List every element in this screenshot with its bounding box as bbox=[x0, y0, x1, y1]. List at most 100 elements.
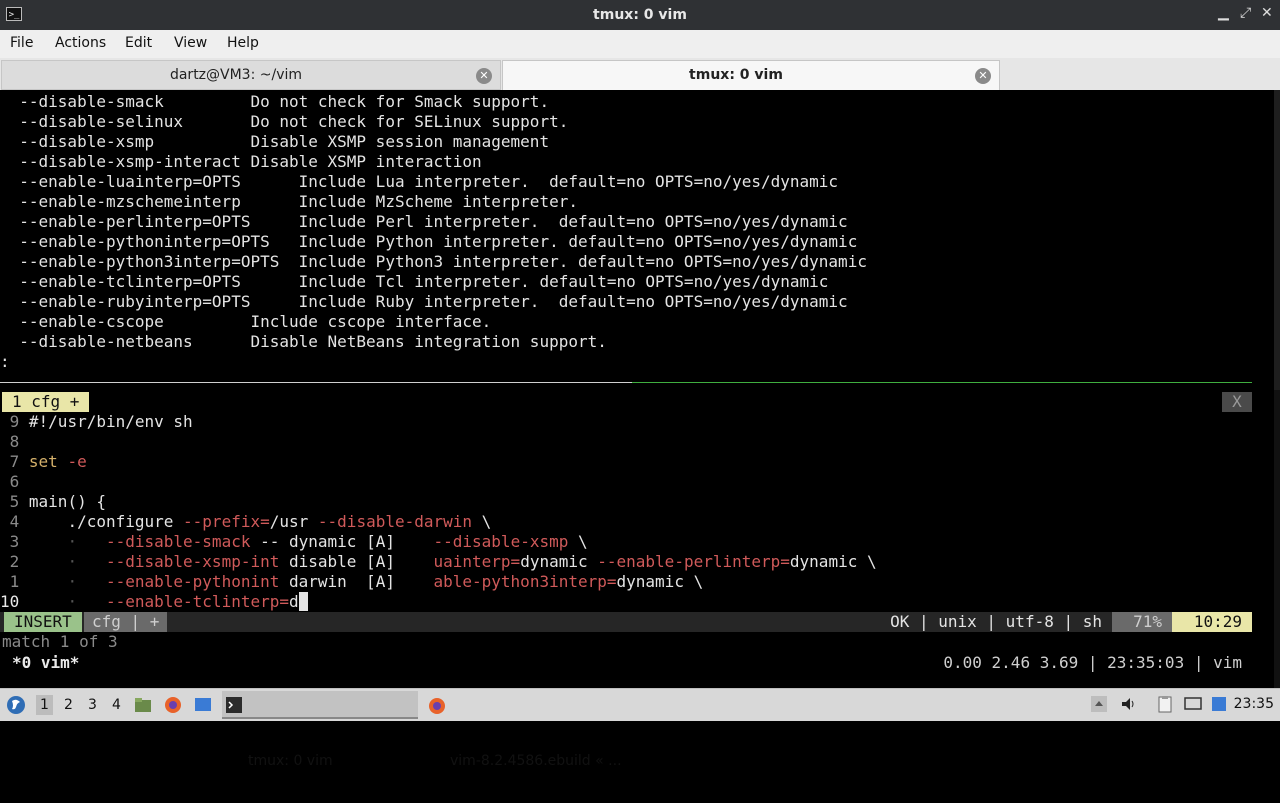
taskbar: 1 2 3 4 tmux: 0 vim vim-8.2.4586.ebuild … bbox=[0, 688, 1280, 769]
line-number: 8 bbox=[0, 432, 20, 451]
output-line: --enable-python3interp=OPTS Include Pyth… bbox=[0, 252, 867, 271]
workspace-3[interactable]: 3 bbox=[88, 697, 97, 713]
shebang: #!/usr/bin/env sh bbox=[28, 412, 193, 431]
code-text: dynamic bbox=[520, 552, 598, 571]
terminal-scrollbar[interactable] bbox=[1274, 90, 1280, 688]
option-flag: able-python3interp= bbox=[433, 572, 617, 591]
scroll-percent: 71% bbox=[1112, 612, 1172, 632]
tab-dartz-vim[interactable]: dartz@VM3: ~/vim ✕ bbox=[1, 60, 501, 90]
output-line: --enable-rubyinterp=OPTS Include Ruby in… bbox=[0, 292, 848, 311]
minimize-button[interactable]: ▁ bbox=[1218, 5, 1229, 21]
window-title: tmux: 0 vim bbox=[593, 7, 687, 23]
firefox-icon bbox=[429, 698, 445, 714]
window-titlebar: >_ tmux: 0 vim ▁ ⤢ ✕ bbox=[0, 0, 1280, 30]
completion-text: -- dynamic [A] bbox=[250, 532, 434, 551]
scrollbar-thumb[interactable] bbox=[1274, 90, 1280, 390]
output-line: --enable-cscope Include cscope interface… bbox=[0, 312, 492, 331]
editor-line-current[interactable]: 10 · --enable-tclinterp=d bbox=[0, 592, 309, 612]
editor-line: 8 bbox=[0, 432, 20, 452]
editor-line: 6 bbox=[0, 472, 20, 492]
taskbar-task-firefox[interactable]: vim-8.2.4586.ebuild « ... bbox=[426, 691, 686, 769]
editor-line: 1 · --enable-pythonint darwin [A] able-p… bbox=[0, 572, 704, 592]
line-number: 7 bbox=[0, 452, 20, 471]
tray-up-arrow-icon[interactable] bbox=[1090, 695, 1108, 713]
file-manager-icon[interactable] bbox=[134, 696, 152, 714]
menu-actions[interactable]: Actions bbox=[55, 35, 106, 51]
terminal-tab-bar: dartz@VM3: ~/vim ✕ tmux: 0 vim ✕ bbox=[0, 58, 1280, 91]
output-line: --disable-selinux Do not check for SELin… bbox=[0, 112, 569, 131]
clock[interactable]: 23:35 bbox=[1234, 696, 1274, 712]
vim-tab-current[interactable]: 1 cfg + bbox=[2, 392, 90, 412]
editor-line: 3 · --disable-smack -- dynamic [A] --dis… bbox=[0, 532, 588, 552]
file-name: cfg | + bbox=[84, 612, 168, 632]
terminal-icon bbox=[226, 697, 242, 713]
line-number: 3 bbox=[0, 532, 20, 551]
code-text: dynamic \ bbox=[616, 572, 704, 591]
option-flag: uainterp= bbox=[433, 552, 521, 571]
line-number: 9 bbox=[0, 412, 20, 431]
line-number: 4 bbox=[0, 512, 20, 531]
code-text: \ bbox=[472, 512, 492, 531]
workspace-2[interactable]: 2 bbox=[64, 697, 73, 713]
option-flag: --enable-pythonint bbox=[105, 572, 280, 591]
line-number: 2 bbox=[0, 552, 20, 571]
tab-label: dartz@VM3: ~/vim bbox=[169, 67, 303, 83]
editor-line: 5 main() { bbox=[0, 492, 106, 512]
indent-guide: · bbox=[28, 592, 106, 611]
desktop-icon[interactable] bbox=[194, 696, 212, 714]
menu-file[interactable]: File bbox=[10, 35, 33, 51]
network-icon[interactable] bbox=[1210, 695, 1228, 713]
close-window-button[interactable]: ✕ bbox=[1261, 5, 1273, 21]
code-text: /usr bbox=[269, 512, 318, 531]
tmux-window-0[interactable]: *0 vim* bbox=[12, 652, 79, 674]
firefox-icon[interactable] bbox=[164, 696, 182, 714]
tab-close-icon[interactable]: ✕ bbox=[476, 68, 492, 84]
option-flag: --enable-perlinterp= bbox=[597, 552, 790, 571]
terminal-area[interactable]: --disable-smack Do not check for Smack s… bbox=[0, 90, 1280, 688]
tab-close-icon[interactable]: ✕ bbox=[975, 68, 991, 84]
start-menu-icon[interactable] bbox=[6, 695, 26, 715]
output-line: --disable-xsmp Disable XSMP session mana… bbox=[0, 132, 550, 151]
cursor-position: 10:29 bbox=[1172, 612, 1252, 632]
option-flag: --disable-darwin bbox=[317, 512, 473, 531]
option-flag: --prefix= bbox=[183, 512, 270, 531]
clipboard-icon[interactable] bbox=[1156, 695, 1174, 713]
text-cursor bbox=[298, 592, 309, 611]
taskbar-task-tmux[interactable]: tmux: 0 vim bbox=[222, 691, 418, 769]
option-flag: -e bbox=[67, 452, 87, 471]
menu-bar: File Actions Edit View Help bbox=[0, 30, 1280, 58]
code-text: ./configure bbox=[28, 512, 184, 531]
tmux-status-right: 0.00 2.46 3.69 | 23:35:03 | vim bbox=[943, 653, 1242, 672]
output-line: --disable-netbeans Disable NetBeans inte… bbox=[0, 332, 607, 351]
completion-text: disable [A] bbox=[279, 552, 434, 571]
tab-tmux-vim[interactable]: tmux: 0 vim ✕ bbox=[502, 60, 1000, 90]
menu-view[interactable]: View bbox=[174, 35, 207, 51]
output-line: --enable-luainterp=OPTS Include Lua inte… bbox=[0, 172, 839, 191]
editor-line: 9 #!/usr/bin/env sh bbox=[0, 412, 193, 432]
code-text: d bbox=[289, 592, 299, 611]
code-text: main() { bbox=[28, 492, 106, 511]
menu-help[interactable]: Help bbox=[227, 35, 259, 51]
indent-guide: · bbox=[28, 532, 106, 551]
editor-line: 7 set -e bbox=[0, 452, 87, 472]
workspace-4[interactable]: 4 bbox=[112, 697, 121, 713]
search-message: match 1 of 3 bbox=[2, 632, 118, 651]
output-line: --disable-smack Do not check for Smack s… bbox=[0, 92, 550, 111]
option-flag: --disable-xsmp-int bbox=[105, 552, 280, 571]
volume-icon[interactable] bbox=[1120, 695, 1138, 713]
task-label: vim-8.2.4586.ebuild « ... bbox=[450, 753, 622, 769]
screen-icon[interactable] bbox=[1184, 695, 1202, 713]
vim-statusline: INSERT cfg | + OK | unix | utf-8 | sh 71… bbox=[0, 612, 1252, 632]
indent-guide: · bbox=[28, 552, 106, 571]
menu-edit[interactable]: Edit bbox=[125, 35, 152, 51]
output-line: --enable-pythoninterp=OPTS Include Pytho… bbox=[0, 232, 858, 251]
vim-tabline: 1 cfg + X bbox=[0, 392, 1252, 412]
workspace-1[interactable]: 1 bbox=[36, 695, 53, 715]
pager-prompt: : bbox=[0, 352, 10, 371]
vim-tab-close-button[interactable]: X bbox=[1222, 392, 1252, 412]
keyword: set bbox=[28, 452, 58, 471]
maximize-button[interactable]: ⤢ bbox=[1240, 5, 1251, 21]
output-line: --enable-mzschemeinterp Include MzScheme… bbox=[0, 192, 578, 211]
indent-guide: · bbox=[28, 572, 106, 591]
file-info: OK | unix | utf-8 | sh bbox=[890, 612, 1102, 631]
